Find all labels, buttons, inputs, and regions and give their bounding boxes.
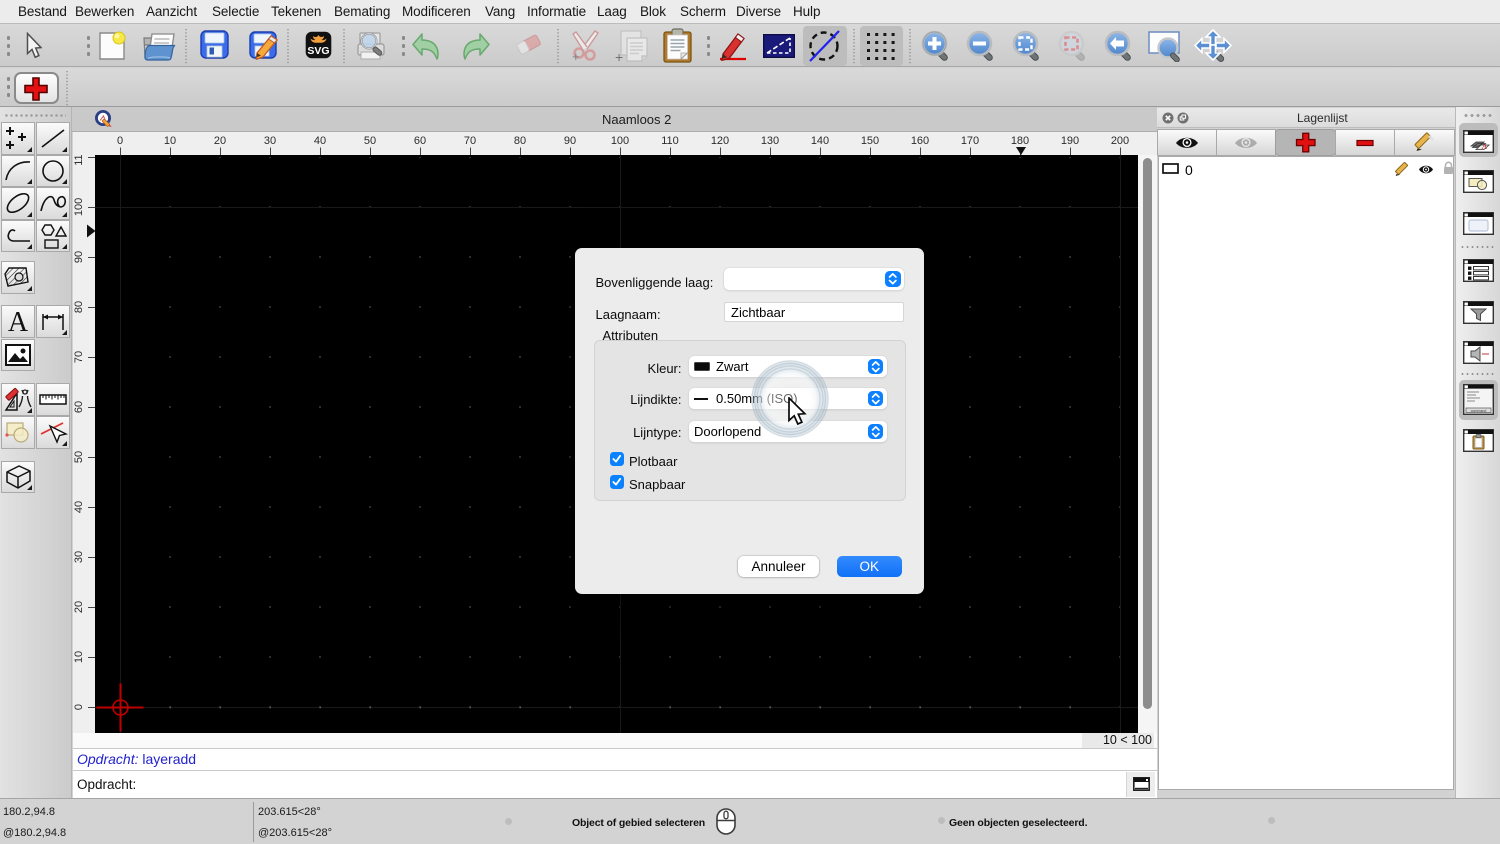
svg-text:120: 120: [711, 135, 729, 147]
svg-text:50: 50: [364, 135, 376, 147]
svg-text:30: 30: [264, 135, 276, 147]
svg-text:130: 130: [761, 135, 779, 147]
svg-text:A: A: [1481, 142, 1487, 151]
svg-text:140: 140: [811, 135, 829, 147]
svg-text:170: 170: [961, 135, 979, 147]
svg-text:60: 60: [73, 401, 85, 413]
svg-text:10: 10: [73, 651, 85, 663]
svg-text:100: 100: [73, 198, 85, 216]
svg-text:40: 40: [314, 135, 326, 147]
svg-text:10: 10: [164, 135, 176, 147]
svg-text:+: +: [615, 49, 623, 64]
svg-text:80: 80: [514, 135, 526, 147]
svg-text:command: command: [1471, 409, 1487, 413]
svg-text:30: 30: [73, 551, 85, 563]
svg-text:80: 80: [73, 301, 85, 313]
svg-text:20: 20: [214, 135, 226, 147]
svg-text:160: 160: [911, 135, 929, 147]
svg-text:110: 110: [661, 135, 679, 147]
svg-text:190: 190: [1061, 135, 1079, 147]
svg-text:20: 20: [73, 601, 85, 613]
svg-text:+: +: [572, 49, 580, 63]
svg-text:110: 110: [73, 155, 85, 166]
svg-text:180: 180: [1011, 135, 1029, 147]
svg-text:100: 100: [611, 135, 629, 147]
svg-text:50: 50: [73, 451, 85, 463]
svg-text:90: 90: [73, 251, 85, 263]
svg-text:200: 200: [1111, 135, 1129, 147]
svg-text:90: 90: [564, 135, 576, 147]
svg-text:A: A: [7, 307, 28, 336]
svg-text:40: 40: [73, 501, 85, 513]
svg-text:70: 70: [73, 351, 85, 363]
svg-text:SVG: SVG: [307, 45, 329, 57]
svg-text:70: 70: [464, 135, 476, 147]
svg-text:0: 0: [117, 135, 123, 147]
svg-text:60: 60: [414, 135, 426, 147]
svg-text:0: 0: [73, 704, 85, 710]
svg-text:150: 150: [861, 135, 879, 147]
